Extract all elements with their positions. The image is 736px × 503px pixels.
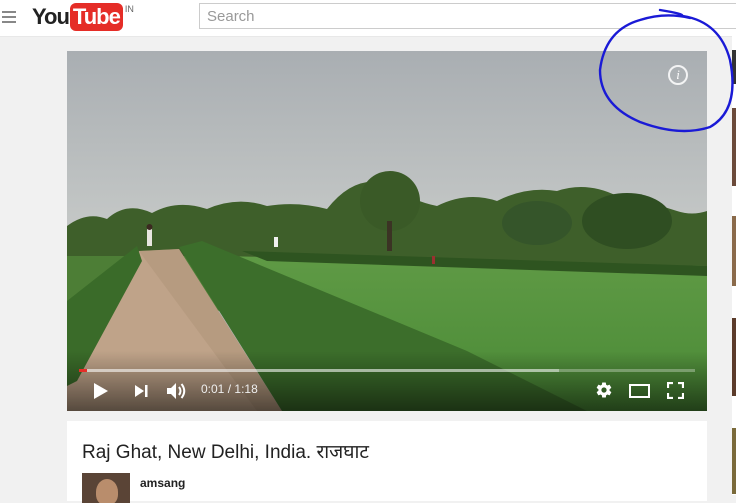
fullscreen-icon[interactable] (667, 382, 684, 399)
video-info-card: Raj Ghat, New Delhi, India. राजघाट amsan… (67, 421, 707, 503)
next-icon[interactable] (133, 383, 149, 399)
play-icon[interactable] (93, 382, 109, 400)
progress-buffered (87, 369, 560, 372)
youtube-logo[interactable]: You Tube IN (32, 2, 134, 32)
progress-played (79, 369, 87, 372)
progress-bar[interactable] (79, 369, 695, 372)
channel-avatar[interactable] (82, 473, 130, 503)
search-box[interactable] (199, 3, 736, 29)
masthead: You Tube IN (0, 0, 736, 37)
related-video-thumbnail[interactable] (732, 428, 736, 494)
theater-mode-icon[interactable] (629, 384, 650, 398)
logo-you-text: You (32, 4, 70, 29)
duration: 1:18 (234, 382, 258, 396)
country-code: IN (124, 4, 134, 14)
channel-name[interactable]: amsang (140, 476, 185, 490)
player-controls: 0:01 / 1:18 (67, 369, 707, 411)
settings-gear-icon[interactable] (595, 381, 613, 399)
video-player[interactable]: i 0:01 / 1:18 (67, 51, 707, 411)
related-video-thumbnail[interactable] (732, 216, 736, 286)
time-display: 0:01 / 1:18 (201, 382, 258, 396)
info-card-icon[interactable]: i (668, 65, 688, 85)
logo-tube-text: Tube (69, 3, 123, 31)
related-videos-sidebar (732, 36, 736, 495)
video-frame (67, 51, 707, 411)
current-time: 0:01 (201, 382, 225, 396)
related-video-thumbnail[interactable] (732, 108, 736, 186)
video-title: Raj Ghat, New Delhi, India. राजघाट (82, 442, 369, 463)
search-input[interactable] (200, 4, 736, 28)
time-separator: / (227, 382, 232, 396)
volume-icon[interactable] (165, 381, 189, 401)
related-video-thumbnail[interactable] (732, 318, 736, 396)
related-video-thumbnail[interactable] (732, 50, 736, 84)
hamburger-menu-icon[interactable] (2, 9, 16, 23)
